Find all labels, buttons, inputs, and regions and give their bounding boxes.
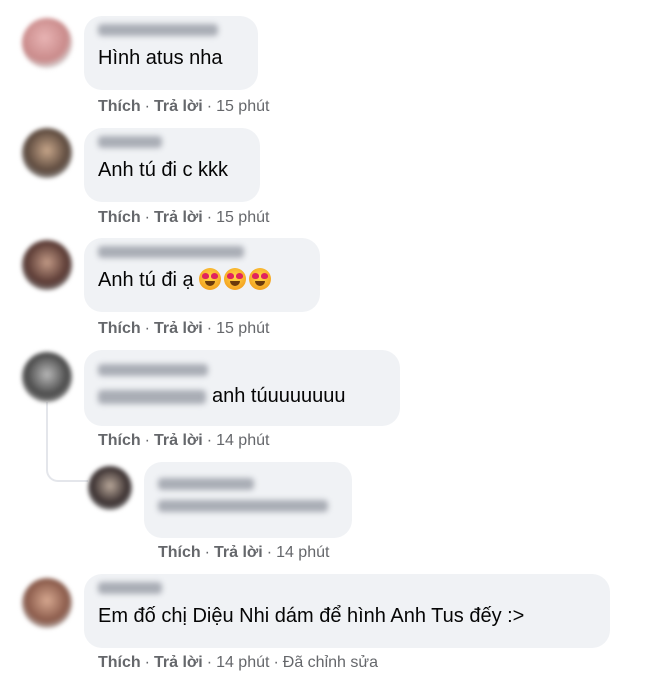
heart-eyes-emoji — [224, 268, 247, 290]
like-button[interactable]: Thích — [158, 544, 201, 561]
timestamp[interactable]: 14 phút — [216, 654, 269, 671]
comment-text-value: Anh tú đi ạ — [98, 269, 194, 291]
reply-thread-line — [46, 402, 88, 482]
separator: · — [206, 209, 213, 226]
blurred-author-name — [98, 582, 162, 594]
comment-actions: Thích · Trả lời · 14 phút — [158, 544, 329, 562]
separator: · — [144, 209, 150, 226]
comment-bubble: Hình atus nha — [84, 16, 258, 90]
comment-actions: Thích · Trả lời · 15 phút — [98, 209, 269, 227]
avatar[interactable] — [22, 352, 72, 402]
blurred-author-name — [98, 136, 162, 148]
avatar[interactable] — [22, 240, 72, 290]
reply-button[interactable]: Trả lời — [154, 320, 203, 337]
separator: · — [144, 654, 150, 671]
separator: · — [206, 432, 213, 449]
like-button[interactable]: Thích — [98, 98, 141, 115]
comment-actions: Thích · Trả lời · 14 phút — [98, 432, 269, 450]
edited-label: Đã chỉnh sửa — [282, 654, 378, 671]
comment-actions: Thích · Trả lời · 14 phút · Đã chỉnh sửa — [98, 654, 378, 672]
comment-text: Anh tú đi c kkk — [98, 159, 229, 181]
blurred-author-name — [98, 364, 208, 376]
comment-bubble — [144, 462, 352, 538]
avatar[interactable] — [88, 466, 132, 510]
blurred-mention — [98, 389, 206, 404]
timestamp[interactable]: 15 phút — [216, 98, 269, 115]
separator: · — [144, 98, 150, 115]
reply-button[interactable]: Trả lời — [154, 98, 203, 115]
reply-button[interactable]: Trả lời — [214, 544, 263, 561]
separator: · — [204, 544, 210, 561]
blurred-author-name — [98, 246, 244, 258]
like-button[interactable]: Thích — [98, 320, 141, 337]
comment-text: Em đố chị Diệu Nhi dám để hình Anh Tus đ… — [98, 605, 525, 627]
comment-bubble: anh túuuuuuuu — [84, 350, 400, 426]
avatar[interactable] — [22, 578, 72, 628]
comment-text: Hình atus nha — [98, 47, 223, 69]
heart-eyes-emoji — [249, 268, 272, 290]
reply-button[interactable]: Trả lời — [154, 209, 203, 226]
separator: · — [206, 320, 213, 337]
comment-text: Anh tú đi ạ — [98, 268, 306, 292]
separator: · — [144, 432, 150, 449]
comment-actions: Thích · Trả lời · 15 phút — [98, 98, 269, 116]
blurred-author-name — [98, 24, 218, 36]
separator: · — [144, 320, 150, 337]
comment-text-value: anh túuuuuuuu — [212, 385, 346, 407]
like-button[interactable]: Thích — [98, 209, 141, 226]
reply-button[interactable]: Trả lời — [154, 432, 203, 449]
separator: · — [266, 544, 273, 561]
timestamp[interactable]: 14 phút — [216, 432, 269, 449]
timestamp[interactable]: 15 phút — [216, 320, 269, 337]
separator: · — [273, 654, 279, 671]
timestamp[interactable]: 14 phút — [276, 544, 329, 561]
comment-actions: Thích · Trả lời · 15 phút — [98, 320, 269, 338]
comment-bubble: Anh tú đi ạ — [84, 238, 320, 312]
avatar[interactable] — [22, 128, 72, 178]
reply-button[interactable]: Trả lời — [154, 654, 203, 671]
separator: · — [206, 654, 213, 671]
comment-bubble: Em đố chị Diệu Nhi dám để hình Anh Tus đ… — [84, 574, 610, 648]
like-button[interactable]: Thích — [98, 654, 141, 671]
comment-bubble: Anh tú đi c kkk — [84, 128, 260, 202]
like-button[interactable]: Thích — [98, 432, 141, 449]
avatar[interactable] — [22, 18, 72, 68]
separator: · — [206, 98, 213, 115]
blurred-comment-text — [158, 500, 328, 512]
heart-eyes-emoji — [199, 268, 222, 290]
comment-text: anh túuuuuuuu — [98, 384, 386, 408]
timestamp[interactable]: 15 phút — [216, 209, 269, 226]
blurred-author-name — [158, 478, 254, 490]
